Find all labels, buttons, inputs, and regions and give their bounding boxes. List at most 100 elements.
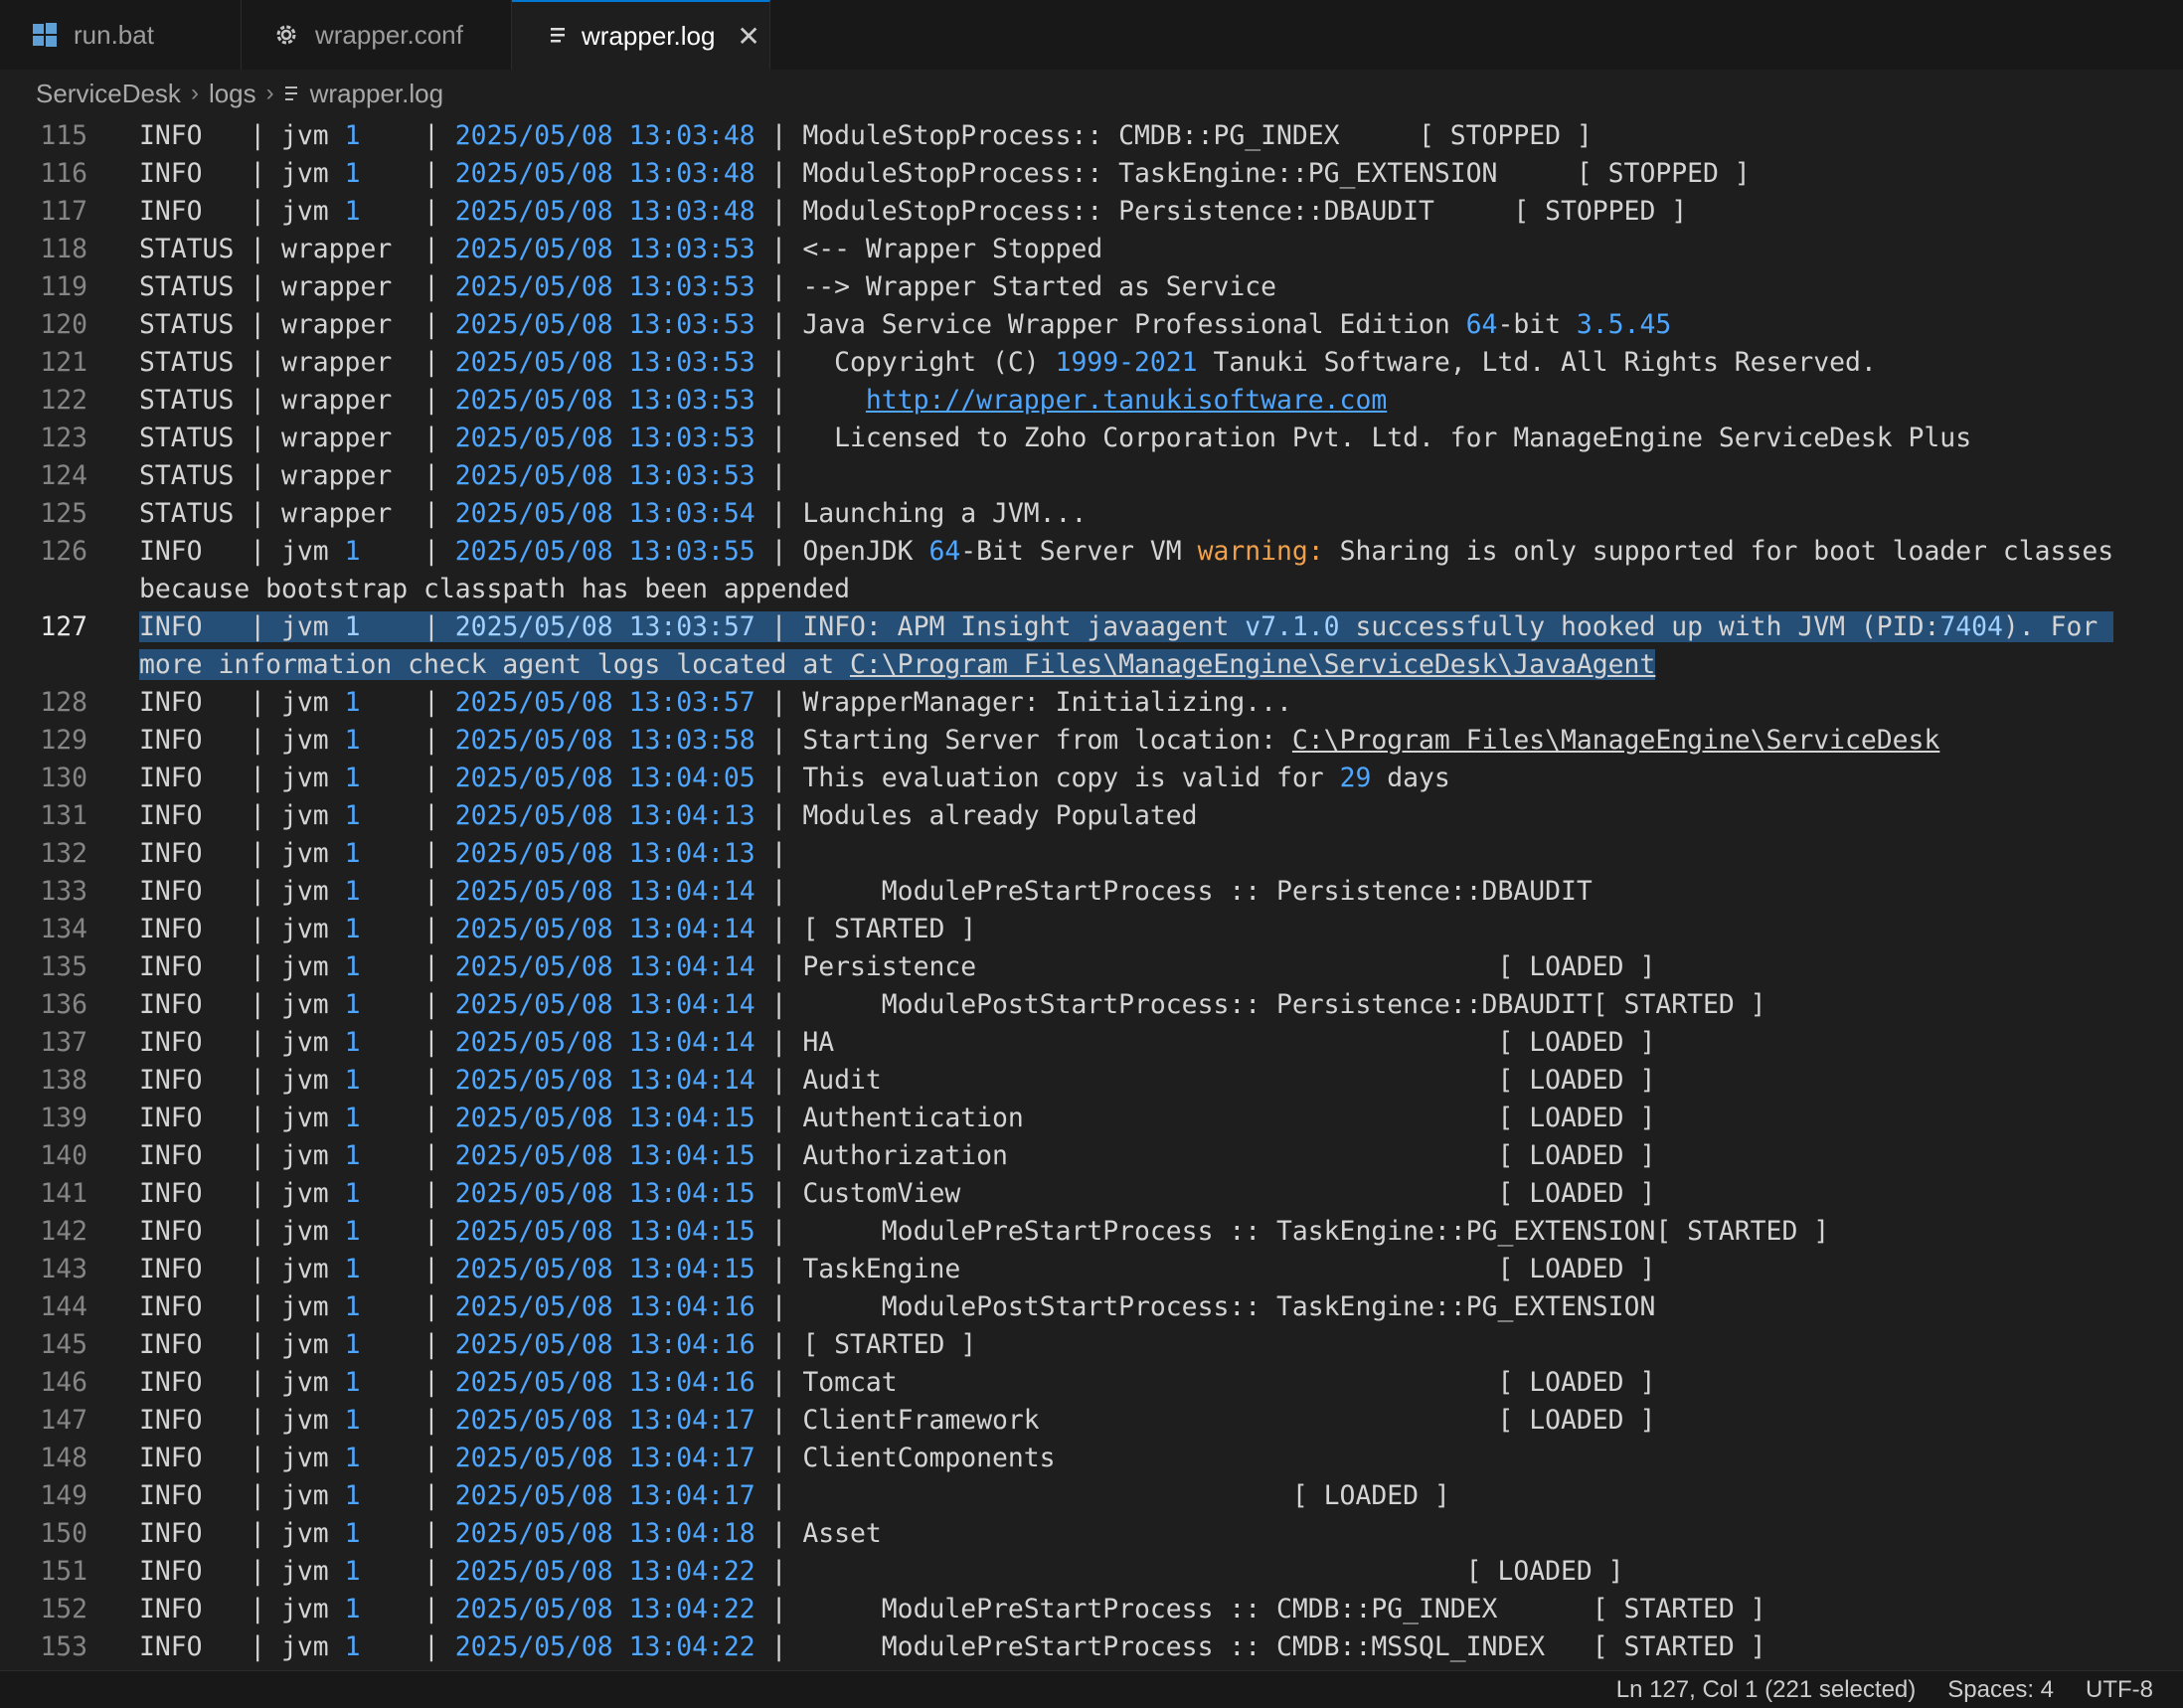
line-number: 115 — [40, 120, 87, 151]
encoding[interactable]: UTF-8 — [2086, 1676, 2153, 1704]
line-number: 124 — [40, 460, 87, 491]
line-text: STATUS | wrapper | 2025/05/08 13:03:53 |… — [139, 385, 1388, 416]
line-text: INFO | jvm 1 | 2025/05/08 13:03:58 | Sta… — [139, 725, 1940, 756]
line-number: 131 — [40, 800, 87, 831]
line-number: 136 — [40, 989, 87, 1020]
breadcrumb: ServiceDesk › logs › wrapper.log — [0, 70, 2183, 117]
breadcrumb-item[interactable]: ServiceDesk — [36, 79, 181, 109]
line-number: 152 — [40, 1594, 87, 1624]
line-text: INFO | jvm 1 | 2025/05/08 13:04:17 | Cli… — [139, 1405, 1656, 1436]
line-text: STATUS | wrapper | 2025/05/08 13:03:53 |… — [139, 423, 1972, 453]
line-text: INFO | jvm 1 | 2025/05/08 13:04:15 | Mod… — [139, 1216, 1830, 1247]
line-text: INFO | jvm 1 | 2025/05/08 13:03:57 | INF… — [139, 611, 2114, 680]
line-text: INFO | jvm 1 | 2025/05/08 13:04:14 | [ S… — [139, 914, 977, 944]
chevron-right-icon: › — [190, 80, 199, 106]
line-number: 140 — [40, 1140, 87, 1171]
line-number: 118 — [40, 234, 87, 264]
status-bar: Ln 127, Col 1 (221 selected) Spaces: 4 U… — [0, 1670, 2183, 1708]
line-number: 142 — [40, 1216, 87, 1247]
tab-label: wrapper.log — [582, 20, 716, 51]
line-number: 119 — [40, 271, 87, 302]
line-text: INFO | jvm 1 | 2025/05/08 13:03:55 | Ope… — [139, 536, 2130, 604]
line-number: 122 — [40, 385, 87, 416]
line-text: INFO | jvm 1 | 2025/05/08 13:04:16 | Mod… — [139, 1291, 1656, 1322]
close-icon[interactable]: ✕ — [737, 20, 759, 53]
chevron-right-icon: › — [265, 80, 274, 106]
line-text: INFO | jvm 1 | 2025/05/08 13:04:16 | [ S… — [139, 1329, 977, 1360]
line-number: 139 — [40, 1103, 87, 1133]
line-text: INFO | jvm 1 | 2025/05/08 13:04:15 | Cus… — [139, 1178, 1656, 1209]
line-number: 149 — [40, 1480, 87, 1511]
line-text: INFO | jvm 1 | 2025/05/08 13:04:15 | Aut… — [139, 1103, 1656, 1133]
line-text: STATUS | wrapper | 2025/05/08 13:03:54 |… — [139, 498, 1088, 529]
line-number: 143 — [40, 1254, 87, 1284]
line-text: INFO | jvm 1 | 2025/05/08 13:04:05 | Thi… — [139, 763, 1450, 793]
breadcrumb-item[interactable]: wrapper.log — [310, 79, 443, 109]
line-number: 116 — [40, 158, 87, 189]
gear-icon — [271, 20, 301, 50]
line-text: INFO | jvm 1 | 2025/05/08 13:04:14 | Aud… — [139, 1065, 1656, 1096]
line-text: INFO | jvm 1 | 2025/05/08 13:04:15 | Aut… — [139, 1140, 1656, 1171]
windows-icon — [30, 20, 60, 50]
cursor-position[interactable]: Ln 127, Col 1 (221 selected) — [1616, 1676, 1917, 1704]
tab-run-bat[interactable]: run.bat — [0, 0, 242, 70]
line-number: 129 — [40, 725, 87, 756]
line-text: STATUS | wrapper | 2025/05/08 13:03:53 |… — [139, 309, 1672, 340]
tab-wrapper-conf[interactable]: wrapper.conf — [242, 0, 512, 70]
line-text: INFO | jvm 1 | 2025/05/08 13:04:14 | Per… — [139, 951, 1656, 982]
line-number: 123 — [40, 423, 87, 453]
line-number: 127 — [40, 611, 87, 642]
line-number: 137 — [40, 1027, 87, 1058]
lines-icon — [544, 21, 574, 51]
line-text: INFO | jvm 1 | 2025/05/08 13:03:57 | Wra… — [139, 687, 1292, 718]
breadcrumb-item[interactable]: logs — [209, 79, 256, 109]
line-text: STATUS | wrapper | 2025/05/08 13:03:53 |… — [139, 234, 1103, 264]
line-number: 145 — [40, 1329, 87, 1360]
line-text: INFO | jvm 1 | 2025/05/08 13:04:17 | [ L… — [139, 1480, 1450, 1511]
line-number: 153 — [40, 1631, 87, 1662]
line-text: INFO | jvm 1 | 2025/05/08 13:03:48 | Mod… — [139, 120, 1593, 151]
line-number: 147 — [40, 1405, 87, 1436]
line-number: 148 — [40, 1443, 87, 1473]
line-text: INFO | jvm 1 | 2025/05/08 13:04:13 | — [139, 838, 787, 869]
line-number: 134 — [40, 914, 87, 944]
line-number: 126 — [40, 536, 87, 567]
line-text: STATUS | wrapper | 2025/05/08 13:03:53 | — [139, 460, 787, 491]
line-number: 141 — [40, 1178, 87, 1209]
line-text: STATUS | wrapper | 2025/05/08 13:03:53 |… — [139, 271, 1276, 302]
line-number: 121 — [40, 347, 87, 378]
line-text: INFO | jvm 1 | 2025/05/08 13:04:14 | HA … — [139, 1027, 1656, 1058]
line-number: 138 — [40, 1065, 87, 1096]
line-number: 150 — [40, 1518, 87, 1549]
line-text: INFO | jvm 1 | 2025/05/08 13:04:14 | Mod… — [139, 989, 1766, 1020]
line-text: INFO | jvm 1 | 2025/05/08 13:04:17 | Cli… — [139, 1443, 1056, 1473]
line-number: 120 — [40, 309, 87, 340]
tab-bar: run.bat wrapper.conf wrapper.log ✕ — [0, 0, 2183, 71]
line-number: 130 — [40, 763, 87, 793]
line-text: INFO | jvm 1 | 2025/05/08 13:04:22 | Mod… — [139, 1594, 1766, 1624]
line-number: 146 — [40, 1367, 87, 1398]
line-text: INFO | jvm 1 | 2025/05/08 13:03:48 | Mod… — [139, 158, 1751, 189]
line-number: 133 — [40, 876, 87, 907]
line-number: 144 — [40, 1291, 87, 1322]
indentation[interactable]: Spaces: 4 — [1947, 1676, 2054, 1704]
line-number: 132 — [40, 838, 87, 869]
line-text: INFO | jvm 1 | 2025/05/08 13:04:13 | Mod… — [139, 800, 1198, 831]
line-text: INFO | jvm 1 | 2025/05/08 13:04:22 | [ L… — [139, 1556, 1624, 1587]
line-number: 135 — [40, 951, 87, 982]
lines-icon — [284, 79, 300, 109]
tab-wrapper-log[interactable]: wrapper.log ✕ — [512, 0, 770, 70]
line-text: INFO | jvm 1 | 2025/05/08 13:04:14 | Mod… — [139, 876, 1593, 907]
line-number: 128 — [40, 687, 87, 718]
tab-label: wrapper.conf — [315, 19, 463, 50]
tab-label: run.bat — [74, 19, 154, 50]
code-editor[interactable]: 115 INFO | jvm 1 | 2025/05/08 13:03:48 | … — [0, 117, 2183, 1670]
line-text: INFO | jvm 1 | 2025/05/08 13:04:22 | Mod… — [139, 1631, 1766, 1662]
line-number: 151 — [40, 1556, 87, 1587]
line-number: 125 — [40, 498, 87, 529]
line-text: INFO | jvm 1 | 2025/05/08 13:04:15 | Tas… — [139, 1254, 1656, 1284]
line-text: INFO | jvm 1 | 2025/05/08 13:04:16 | Tom… — [139, 1367, 1656, 1398]
line-text: STATUS | wrapper | 2025/05/08 13:03:53 |… — [139, 347, 1877, 378]
line-text: INFO | jvm 1 | 2025/05/08 13:03:48 | Mod… — [139, 196, 1688, 227]
line-text: INFO | jvm 1 | 2025/05/08 13:04:18 | Ass… — [139, 1518, 882, 1549]
